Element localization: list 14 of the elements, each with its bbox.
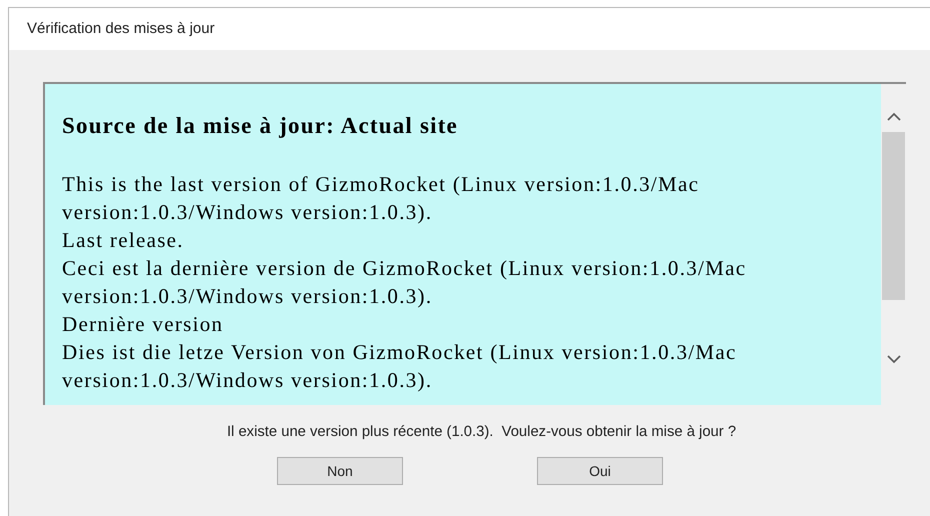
scrollbar[interactable]	[881, 84, 906, 405]
scroll-down-icon[interactable]	[886, 355, 900, 364]
heading: Source de la mise à jour: Actual site	[62, 112, 459, 140]
scroll-up-icon[interactable]	[886, 112, 900, 121]
paragraph: Dernière version	[62, 311, 224, 338]
scrollbar-thumb[interactable]	[882, 132, 905, 300]
paragraph: Ceci est la dernière version de GizmoRocket (Linux version:1.0.3/Mac version:1.0.3/Windows version:1.0.3).	[62, 255, 748, 310]
no-button[interactable]: Non	[277, 457, 403, 486]
yes-button[interactable]: Oui	[537, 457, 663, 486]
paragraph: Dies ist die letze Version von GizmoRocket (Linux version:1.0.3/Mac version:1.0.3/Windows version:1.0.3).	[62, 339, 738, 394]
update-message: Il existe une version plus récente (1.0.3). Voulez-vous obtenir la mise à jour ?	[226, 423, 736, 442]
paragraph: This is the last version of GizmoRocket (Linux version:1.0.3/Mac version:1.0.3/Windows version:1.0.3).	[62, 171, 700, 226]
paragraph: Last release.	[62, 227, 185, 254]
window-title: Vérification des mises à jour	[27, 18, 215, 39]
